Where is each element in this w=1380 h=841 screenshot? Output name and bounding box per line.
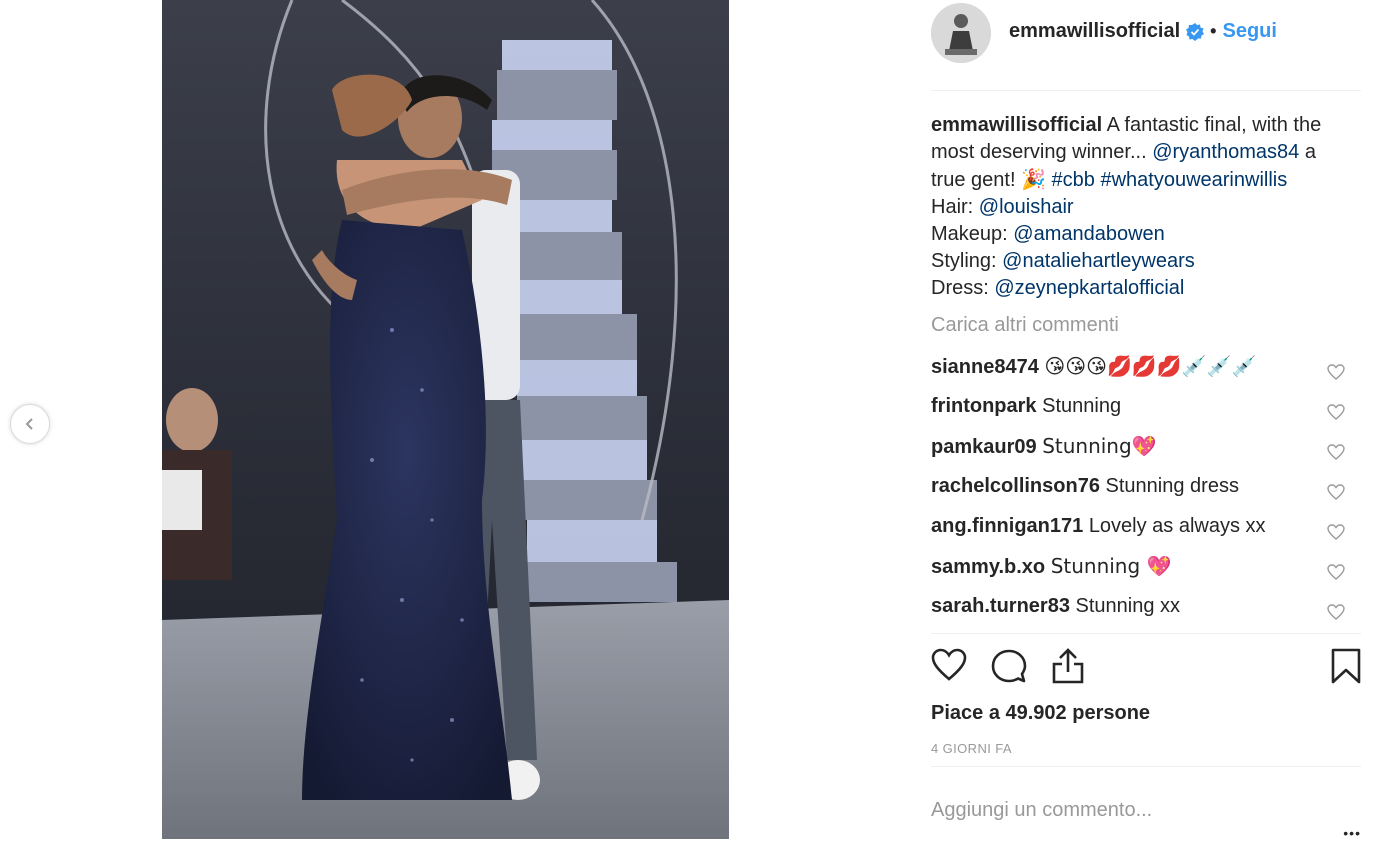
caption-username[interactable]: emmawillisofficial (931, 114, 1102, 136)
comment-text: Lovely as always xx (1088, 515, 1266, 537)
comment-text: Stunning xx (1075, 595, 1181, 617)
mention-nataliehartleywears[interactable]: @nataliehartleywears (1002, 250, 1195, 272)
comment-text: Stunning 💖 (1050, 554, 1172, 578)
comment-text: Stunning dress (1105, 475, 1239, 497)
comment-username[interactable]: pamkaur09 (931, 436, 1037, 458)
comment-item: frintonpark Stunning (931, 392, 1361, 432)
verified-badge-icon (1186, 22, 1205, 41)
header-username[interactable]: emmawillisofficial (1009, 20, 1180, 43)
comment-username[interactable]: ang.finnigan171 (931, 515, 1083, 537)
follow-button[interactable]: Segui (1222, 20, 1276, 43)
separator-dot: • (1210, 21, 1217, 41)
comment-item: sammy.b.xo Stunning 💖 (931, 552, 1361, 592)
hashtag-cbb[interactable]: #cbb (1052, 169, 1095, 191)
post-header-user: emmawillisofficial • Segui (1009, 20, 1277, 43)
like-comment-heart-icon[interactable] (1327, 444, 1345, 460)
comment-username[interactable]: rachelcollinson76 (931, 475, 1100, 497)
comment-text: Stunning💖 (1042, 434, 1157, 458)
comment-item: ang.finnigan171 Lovely as always xx (931, 512, 1361, 552)
post-header: emmawillisofficial • Segui (931, 0, 1361, 91)
avatar[interactable] (931, 3, 991, 63)
makeup-label: Makeup: (931, 223, 1014, 245)
mention-amandabowen[interactable]: @amandabowen (1013, 223, 1165, 245)
likes-count[interactable]: Piace a 49.902 persone (931, 702, 1150, 725)
comment-item: rachelcollinson76 Stunning dress (931, 472, 1361, 512)
styling-label: Styling: (931, 250, 1003, 272)
mention-ryanthomas84[interactable]: @ryanthomas84 (1152, 141, 1299, 163)
party-popper-emoji: 🎉 (1021, 167, 1046, 191)
like-comment-heart-icon[interactable] (1327, 524, 1345, 540)
post-actions: Piace a 49.902 persone 4 GIORNI FA (931, 633, 1361, 766)
like-heart-icon[interactable] (931, 648, 967, 682)
add-comment-box: ••• (931, 766, 1361, 841)
comments-list: sianne8474 😘😘😘💋💋💋💉💉💉 frintonpark Stunnin… (931, 352, 1361, 632)
comment-text: Stunning (1042, 395, 1122, 417)
action-icons (931, 648, 1361, 688)
save-bookmark-icon[interactable] (1331, 648, 1361, 684)
hair-label: Hair: (931, 196, 979, 218)
comment-username[interactable]: sarah.turner83 (931, 595, 1070, 617)
comment-bubble-icon[interactable] (991, 648, 1027, 684)
add-comment-input[interactable] (931, 799, 1291, 822)
comment-item: pamkaur09 Stunning💖 (931, 432, 1361, 472)
mention-louishair[interactable]: @louishair (979, 196, 1074, 218)
hashtag-whatyouwearinwillis[interactable]: #whatyouwearinwillis (1100, 169, 1287, 191)
comment-username[interactable]: sammy.b.xo (931, 556, 1045, 578)
post-details-panel: emmawillisofficial • Segui emmawillisoff… (931, 0, 1361, 841)
mention-zeynepkartalofficial[interactable]: @zeynepkartalofficial (994, 277, 1184, 299)
like-comment-heart-icon[interactable] (1327, 564, 1345, 580)
post-caption: emmawillisofficial A fantastic final, wi… (931, 112, 1341, 302)
like-comment-heart-icon[interactable] (1327, 364, 1345, 380)
like-comment-heart-icon[interactable] (1327, 404, 1345, 420)
load-more-comments[interactable]: Carica altri commenti (931, 314, 1119, 337)
like-comment-heart-icon[interactable] (1327, 604, 1345, 620)
like-comment-heart-icon[interactable] (1327, 484, 1345, 500)
comment-item: sianne8474 😘😘😘💋💋💋💉💉💉 (931, 352, 1361, 392)
comment-username[interactable]: sianne8474 (931, 356, 1039, 378)
comment-username[interactable]: frintonpark (931, 395, 1037, 417)
comment-text: 😘😘😘💋💋💋💉💉💉 (1044, 354, 1257, 378)
post-timestamp[interactable]: 4 GIORNI FA (931, 741, 1012, 756)
previous-image-button[interactable] (10, 404, 50, 444)
comment-item: sarah.turner83 Stunning xx (931, 592, 1361, 632)
chevron-left-icon (25, 418, 33, 430)
dress-label: Dress: (931, 277, 995, 299)
post-photo[interactable] (162, 0, 729, 839)
share-icon[interactable] (1051, 648, 1085, 684)
